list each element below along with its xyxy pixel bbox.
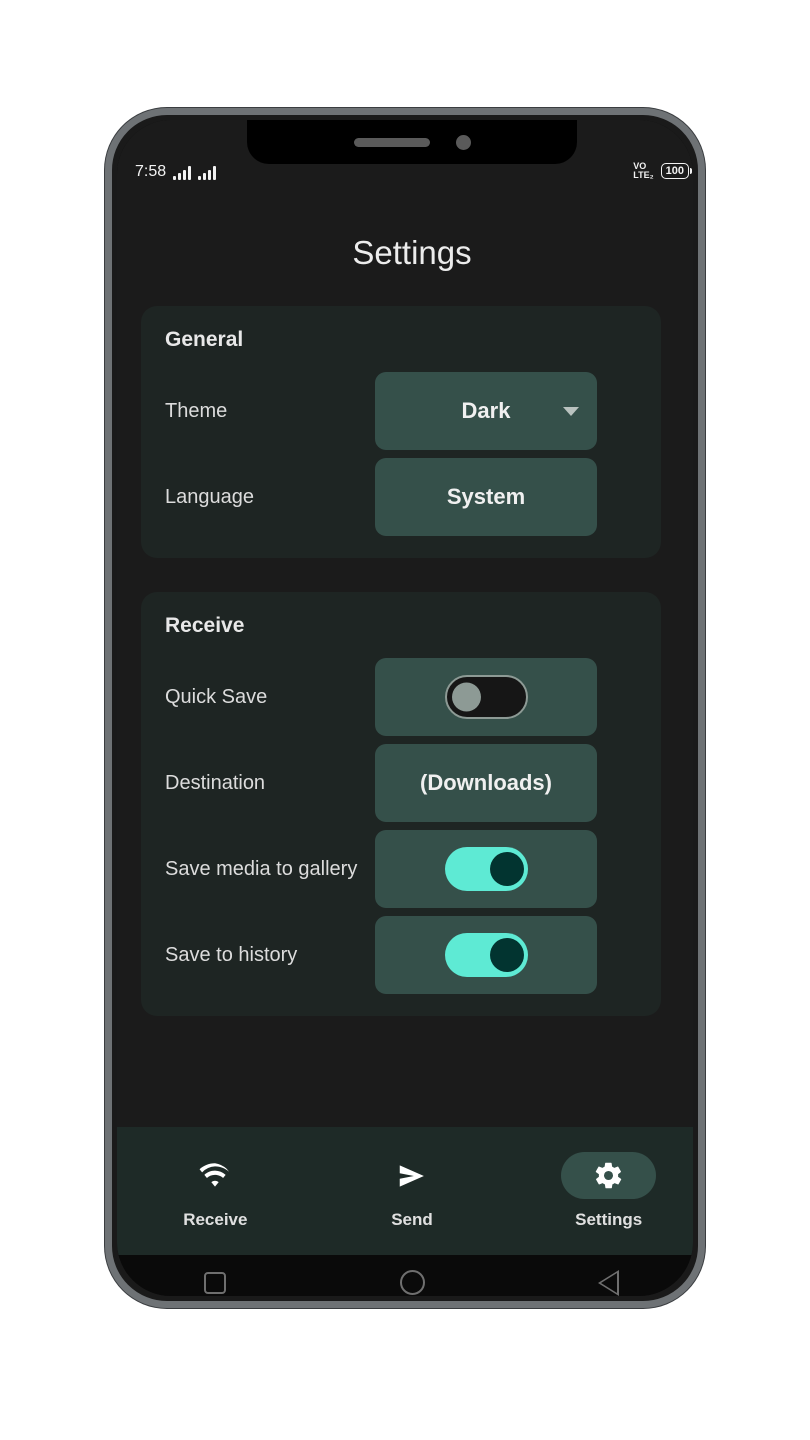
home-button[interactable]	[314, 1270, 511, 1295]
android-system-nav	[117, 1255, 693, 1296]
square-recents-icon	[204, 1271, 227, 1294]
nav-label-receive: Receive	[183, 1210, 248, 1229]
setting-label-theme: Theme	[165, 399, 228, 422]
settings-card-receive: Receive Quick Save Destination (Download…	[141, 592, 661, 1016]
save-to-history-toggle[interactable]	[444, 933, 528, 977]
bottom-navigation-bar: Receive Send Settings	[117, 1127, 693, 1255]
save-history-toggle-container[interactable]	[375, 916, 597, 994]
status-bar-left: 7:58	[135, 163, 217, 182]
front-camera-icon	[455, 134, 471, 150]
setting-label-save-to-history: Save to history	[165, 943, 298, 966]
signal-bars-icon	[173, 166, 192, 180]
phone-screen-bezel: 7:58 VO LTE₂ 100 Settings General Theme …	[117, 120, 693, 1296]
nav-item-send[interactable]: Send	[314, 1152, 511, 1230]
settings-content: General Theme Dark Language System Recei…	[117, 306, 693, 1016]
phone-frame: 7:58 VO LTE₂ 100 Settings General Theme …	[105, 108, 705, 1308]
paper-plane-icon-pill	[365, 1152, 460, 1199]
section-title-receive: Receive	[165, 614, 245, 637]
signal-bars-icon-2	[198, 166, 217, 180]
destination-value: (Downloads)	[420, 770, 552, 795]
paper-plane-icon	[399, 1164, 424, 1187]
theme-dropdown[interactable]: Dark	[375, 372, 597, 450]
setting-row-quick-save: Quick Save	[165, 658, 661, 736]
app-screen: 7:58 VO LTE₂ 100 Settings General Theme …	[117, 120, 693, 1296]
recents-button[interactable]	[117, 1271, 314, 1294]
section-title-general: General	[165, 328, 244, 351]
volte-line-2: LTE₂	[633, 170, 654, 180]
setting-row-theme: Theme Dark	[165, 372, 661, 450]
circle-home-icon	[399, 1270, 425, 1295]
setting-row-save-to-history: Save to history	[165, 916, 661, 994]
language-value: System	[446, 484, 526, 509]
save-media-toggle-container[interactable]	[375, 830, 597, 908]
chevron-down-icon	[563, 406, 579, 416]
destination-button[interactable]: (Downloads)	[375, 744, 597, 822]
gear-icon	[595, 1162, 622, 1189]
settings-card-general: General Theme Dark Language System	[141, 306, 661, 558]
setting-label-quick-save: Quick Save	[165, 685, 268, 708]
save-media-to-gallery-toggle[interactable]	[444, 847, 528, 891]
wifi-icon-pill	[168, 1152, 263, 1199]
setting-row-language: Language System	[165, 458, 661, 536]
status-bar-right: VO LTE₂ 100	[633, 162, 689, 182]
back-button[interactable]	[510, 1269, 693, 1296]
quick-save-toggle[interactable]	[444, 675, 528, 719]
status-time: 7:58	[135, 163, 167, 180]
nav-label-send: Send	[391, 1210, 433, 1229]
setting-label-language: Language	[165, 485, 254, 508]
language-button[interactable]: System	[375, 458, 597, 536]
notch	[247, 120, 577, 164]
quick-save-toggle-container[interactable]	[375, 658, 597, 736]
setting-label-destination: Destination	[165, 771, 266, 794]
battery-icon: 100	[660, 163, 689, 179]
setting-row-save-media-to-gallery: Save media to gallery	[165, 830, 661, 908]
page-title: Settings	[352, 234, 472, 271]
gear-icon-pill	[561, 1152, 657, 1199]
triangle-back-icon	[598, 1269, 620, 1296]
nav-item-settings[interactable]: Settings	[510, 1152, 693, 1230]
nav-label-settings: Settings	[575, 1210, 643, 1229]
status-bar: 7:58 VO LTE₂ 100	[117, 120, 693, 190]
theme-value: Dark	[461, 398, 511, 423]
nav-item-receive[interactable]: Receive	[117, 1152, 314, 1230]
volte-icon: VO LTE₂	[633, 162, 653, 180]
speaker-slot-icon	[353, 137, 430, 147]
setting-label-save-media-to-gallery: Save media to gallery	[165, 857, 358, 880]
wifi-icon	[199, 1162, 230, 1187]
setting-row-destination: Destination (Downloads)	[165, 744, 661, 822]
